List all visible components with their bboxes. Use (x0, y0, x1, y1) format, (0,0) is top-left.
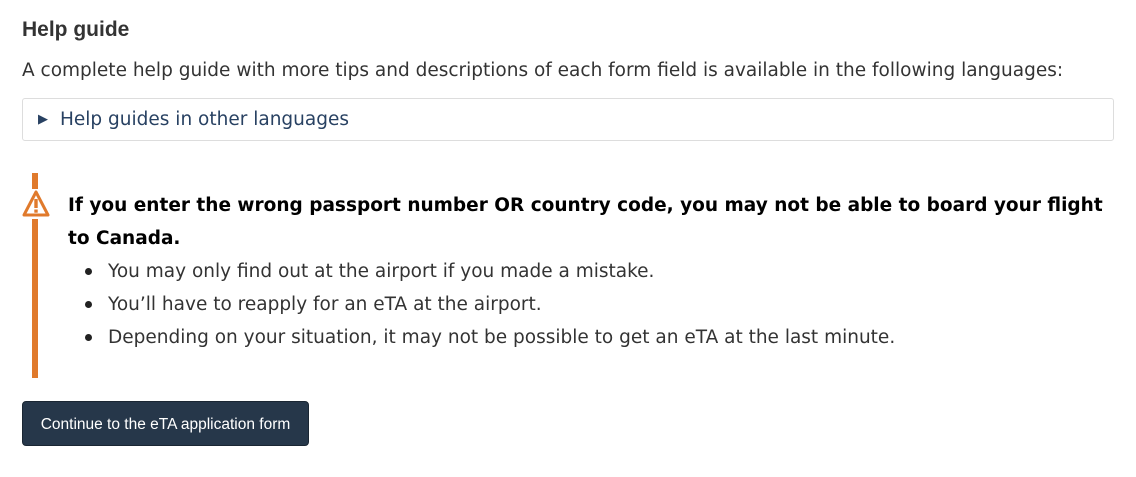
list-item: Depending on your situation, it may not … (68, 321, 895, 354)
warning-list: You may only find out at the airport if … (68, 255, 895, 354)
bullet-icon (85, 334, 92, 341)
continue-button[interactable]: Continue to the eTA application form (22, 401, 309, 446)
bullet-icon (85, 268, 92, 275)
list-item: You’ll have to reapply for an eTA at the… (68, 288, 895, 321)
list-item-text: You’ll have to reapply for an eTA at the… (108, 294, 542, 315)
list-item: You may only find out at the airport if … (68, 255, 895, 288)
help-guides-expander-label[interactable]: Help guides in other languages (60, 107, 349, 133)
help-guide-heading: Help guide (22, 18, 130, 41)
warning-heading: If you enter the wrong passport number O… (68, 195, 1103, 249)
warning-triangle-icon (22, 189, 50, 219)
bullet-icon (85, 301, 92, 308)
warning-alert: If you enter the wrong passport number O… (22, 173, 1116, 378)
help-guides-expander[interactable]: ▶ Help guides in other languages (22, 98, 1114, 141)
help-guide-description: A complete help guide with more tips and… (22, 60, 1064, 81)
list-item-text: You may only find out at the airport if … (108, 261, 655, 282)
list-item-text: Depending on your situation, it may not … (108, 327, 896, 348)
expand-arrow-icon: ▶ (38, 112, 48, 127)
